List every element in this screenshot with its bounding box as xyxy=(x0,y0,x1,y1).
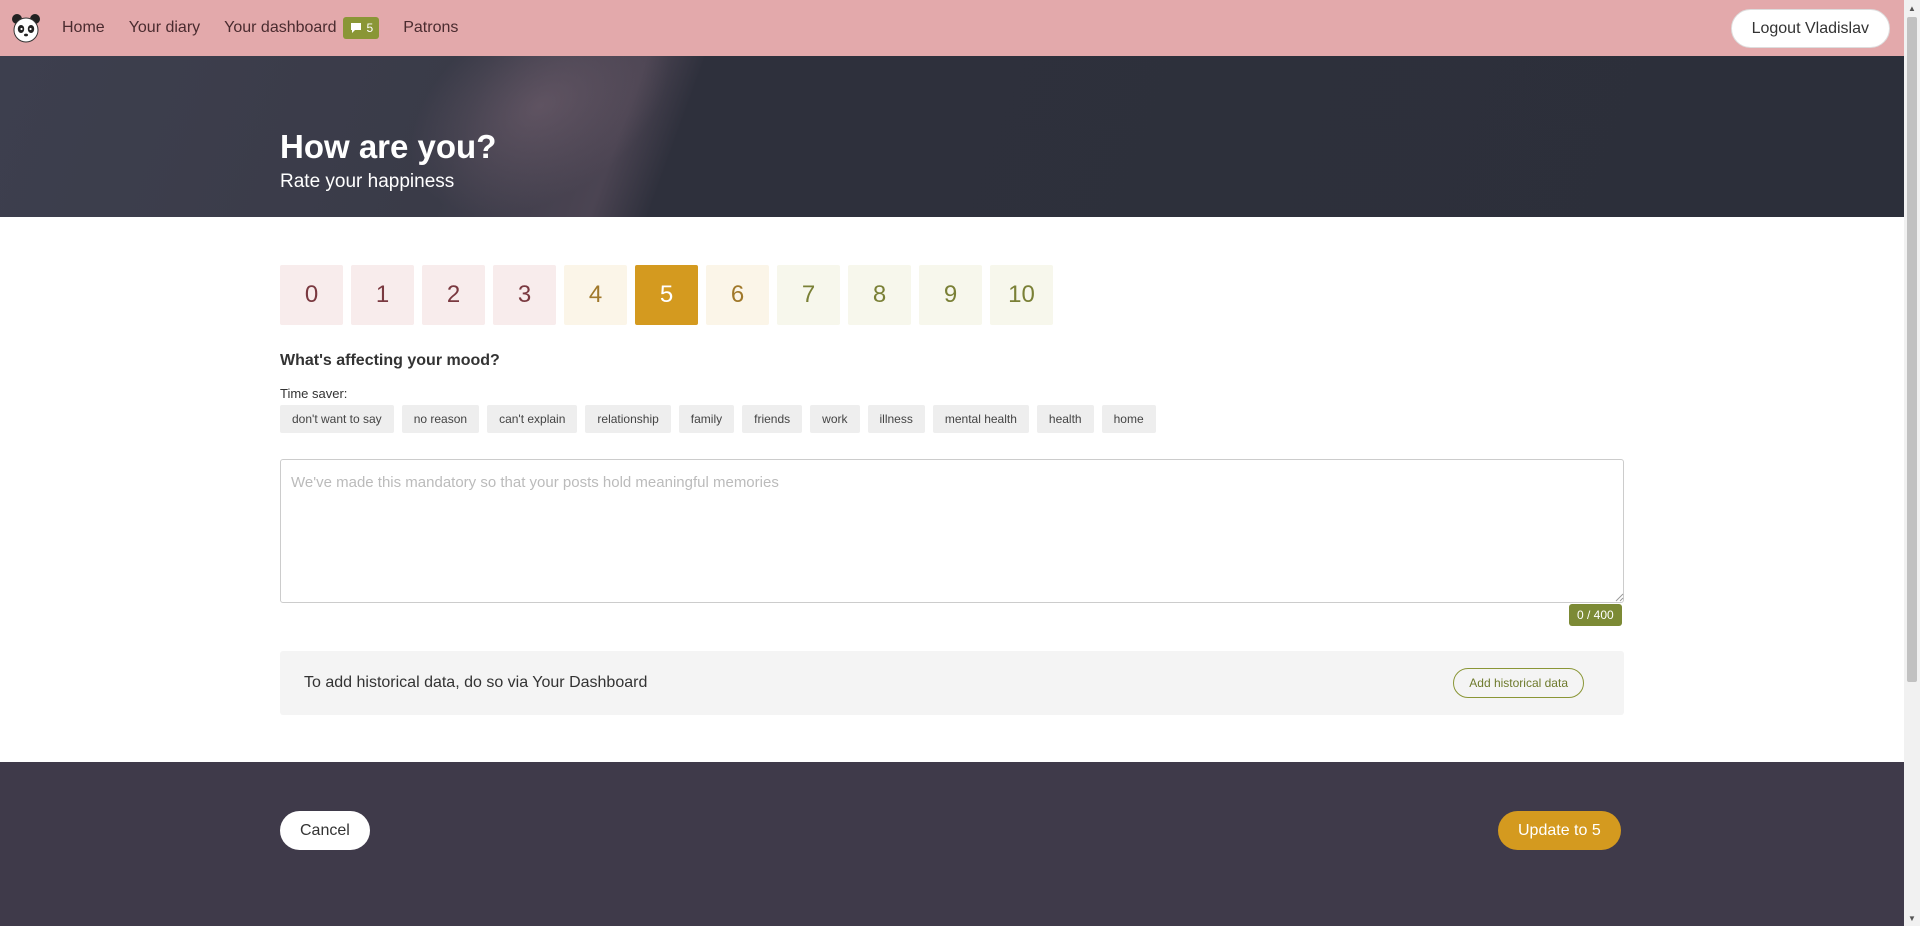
page-title: How are you? xyxy=(280,128,497,165)
panda-logo-icon[interactable] xyxy=(10,12,42,44)
nav-dashboard-link[interactable]: Your dashboard 5 xyxy=(224,17,380,39)
mood-tag[interactable]: relationship xyxy=(585,405,671,433)
nav-dashboard-label: Your dashboard xyxy=(224,19,337,36)
rating-option-7[interactable]: 7 xyxy=(777,265,840,325)
mood-tag[interactable]: can't explain xyxy=(487,405,578,433)
rating-option-5[interactable]: 5 xyxy=(635,265,698,325)
update-button[interactable]: Update to 5 xyxy=(1498,811,1621,850)
scroll-up-arrow-icon[interactable]: ▲ xyxy=(1904,0,1920,16)
scroll-down-arrow-icon[interactable]: ▼ xyxy=(1904,910,1920,926)
rating-option-4[interactable]: 4 xyxy=(564,265,627,325)
mood-tag[interactable]: illness xyxy=(867,405,925,433)
resize-grip-icon[interactable] xyxy=(1614,592,1624,602)
mood-tag[interactable]: friends xyxy=(742,405,803,433)
notification-badge: 5 xyxy=(342,17,380,39)
cancel-button[interactable]: Cancel xyxy=(280,811,370,850)
rating-option-3[interactable]: 3 xyxy=(493,265,556,325)
action-footer: Cancel Update to 5 xyxy=(0,762,1904,926)
page-subtitle: Rate your happiness xyxy=(280,171,455,192)
historical-data-text: To add historical data, do so via Your D… xyxy=(304,674,648,691)
mood-tag[interactable]: don't want to say xyxy=(280,405,394,433)
rating-option-2[interactable]: 2 xyxy=(422,265,485,325)
nav-home-link[interactable]: Home xyxy=(62,19,105,37)
logout-button[interactable]: Logout Vladislav xyxy=(1730,9,1890,48)
mood-tag[interactable]: no reason xyxy=(401,405,480,433)
rating-option-6[interactable]: 6 xyxy=(706,265,769,325)
timesaver-label: Time saver: xyxy=(280,386,348,401)
nav-diary-link[interactable]: Your diary xyxy=(129,19,200,37)
mood-tag[interactable]: mental health xyxy=(932,405,1029,433)
rating-option-8[interactable]: 8 xyxy=(848,265,911,325)
mood-tag[interactable]: home xyxy=(1101,405,1156,433)
character-counter: 0 / 400 xyxy=(1569,604,1622,626)
happiness-rating-group: 0 1 2 3 4 5 6 7 8 9 10 xyxy=(280,265,1053,325)
rating-option-0[interactable]: 0 xyxy=(280,265,343,325)
add-historical-data-button[interactable]: Add historical data xyxy=(1453,668,1584,698)
scrollbar-thumb[interactable] xyxy=(1907,17,1917,682)
rating-option-1[interactable]: 1 xyxy=(351,265,414,325)
mood-entry-textarea[interactable] xyxy=(280,459,1624,603)
vertical-scrollbar[interactable]: ▲ ▼ xyxy=(1904,0,1920,926)
mood-tag[interactable]: family xyxy=(678,405,735,433)
rating-option-10[interactable]: 10 xyxy=(990,265,1053,325)
historical-data-panel: To add historical data, do so via Your D… xyxy=(280,651,1624,715)
rating-option-9[interactable]: 9 xyxy=(919,265,982,325)
mood-tag[interactable]: work xyxy=(810,405,860,433)
mood-tag[interactable]: health xyxy=(1036,405,1094,433)
comment-icon xyxy=(350,23,361,33)
hero-banner: How are you? Rate your happiness xyxy=(0,56,1904,217)
notification-count: 5 xyxy=(366,21,374,35)
mood-heading: What's affecting your mood? xyxy=(280,352,500,369)
nav-patrons-link[interactable]: Patrons xyxy=(403,19,458,37)
mood-tag-list: don't want to say no reason can't explain r… xyxy=(280,405,1156,433)
top-navbar: Home Your diary Your dashboard 5 Patrons… xyxy=(0,0,1904,56)
